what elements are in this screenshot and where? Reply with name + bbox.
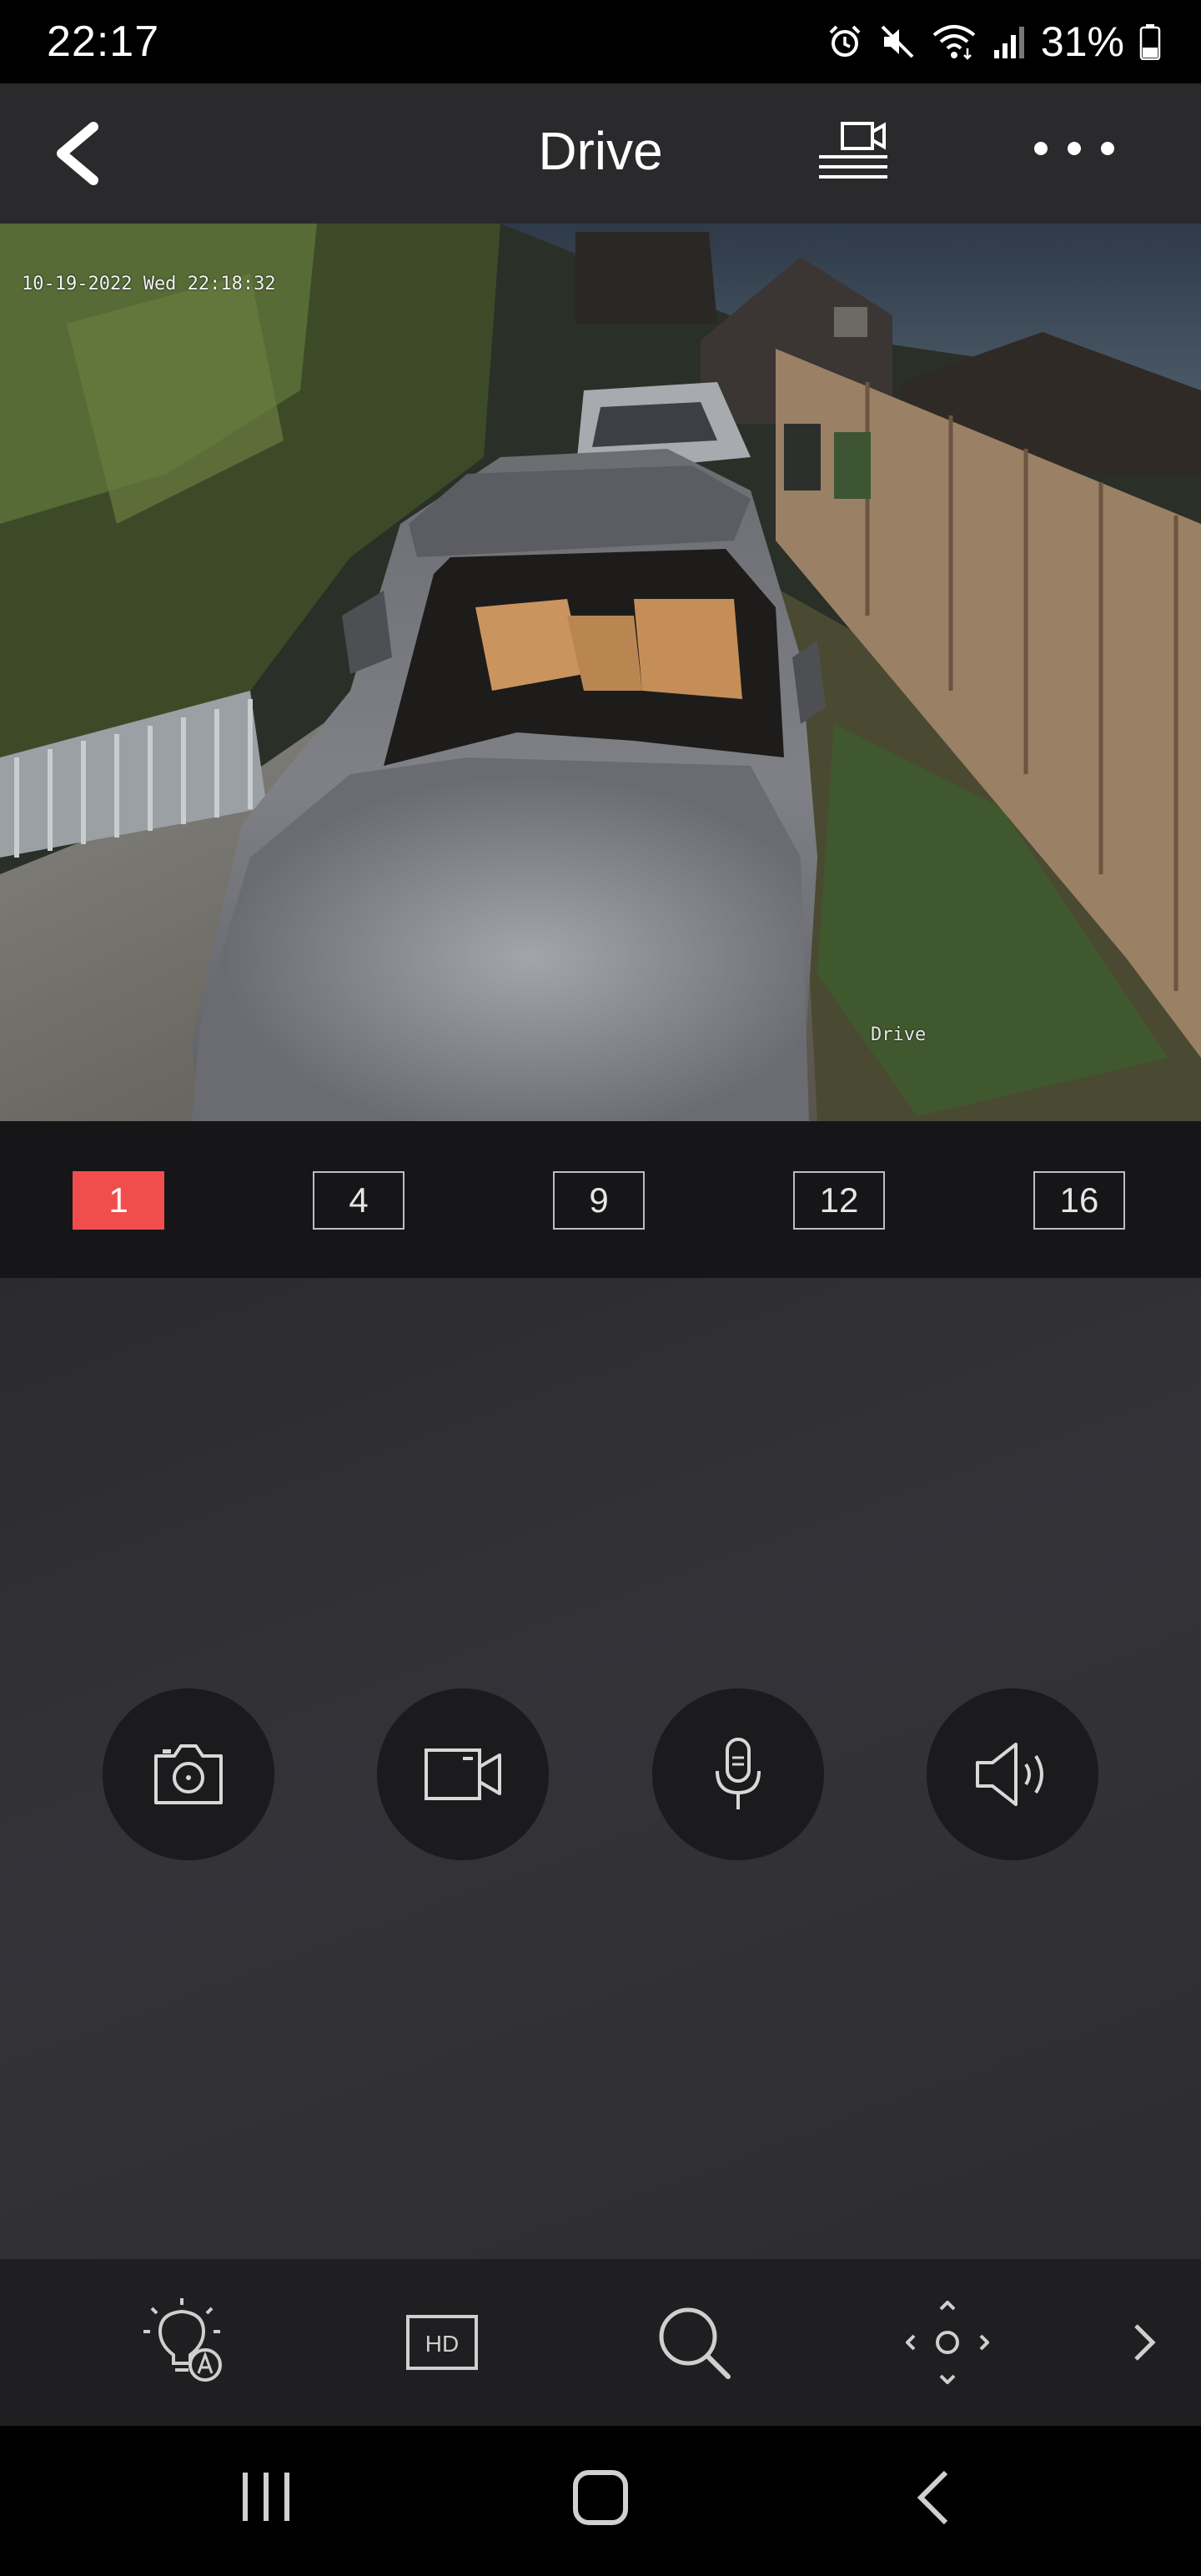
- back-icon: [917, 2470, 948, 2525]
- home-icon: [573, 2470, 628, 2525]
- wifi-icon: [931, 23, 977, 60]
- layout-16-button[interactable]: 16: [1033, 1171, 1125, 1230]
- hd-icon: HD: [406, 2315, 478, 2370]
- recents-icon: [243, 2473, 289, 2521]
- layout-4-button[interactable]: 4: [313, 1171, 405, 1230]
- live-video-view[interactable]: 10-19-2022 Wed 22:18:32 Drive: [0, 224, 1201, 1121]
- auto-light-button[interactable]: [140, 2292, 240, 2392]
- screen-record-icon: [819, 122, 887, 179]
- more-dot: [1101, 142, 1114, 155]
- nav-back-button[interactable]: [909, 2468, 959, 2528]
- osd-camera-name: Drive: [871, 1024, 927, 1045]
- svg-text:HD: HD: [425, 2331, 459, 2357]
- layout-selector: 1 4 9 12 16: [0, 1121, 1201, 1278]
- alarm-icon: [826, 23, 864, 61]
- snapshot-button[interactable]: [103, 1688, 274, 1860]
- battery-percent: 31%: [1040, 18, 1124, 65]
- signal-icon: [992, 23, 1026, 60]
- battery-icon: [1139, 23, 1161, 60]
- screen-record-button[interactable]: [817, 122, 892, 186]
- ptz-button[interactable]: [897, 2292, 997, 2392]
- status-time: 22:17: [47, 18, 160, 66]
- zoom-icon: [659, 2307, 731, 2379]
- layout-9-button[interactable]: 9: [553, 1171, 645, 1230]
- bottom-toolbar: HD: [0, 2259, 1201, 2426]
- toolbar-next-button[interactable]: [1094, 2292, 1194, 2392]
- layout-1-button[interactable]: 1: [73, 1171, 164, 1230]
- recents-button[interactable]: [237, 2468, 295, 2526]
- auto-light-icon: [143, 2298, 222, 2382]
- more-dot: [1068, 142, 1081, 155]
- hd-button[interactable]: HD: [392, 2292, 492, 2392]
- more-button[interactable]: [1034, 142, 1114, 155]
- osd-timestamp: 10-19-2022 Wed 22:18:32: [22, 274, 276, 294]
- app-bar: Drive: [0, 83, 1201, 224]
- more-dot: [1034, 142, 1048, 155]
- home-button[interactable]: [570, 2468, 631, 2528]
- talk-button[interactable]: [652, 1688, 824, 1860]
- camera-feed-image: [0, 224, 1201, 1121]
- microphone-icon: [716, 1738, 761, 1809]
- system-nav-bar: [0, 2426, 1201, 2576]
- camera-icon: [154, 1744, 223, 1804]
- video-record-icon: [425, 1748, 501, 1800]
- chevron-right-icon: [1134, 2324, 1156, 2361]
- status-icons: 31%: [826, 18, 1161, 66]
- control-panel: [0, 1278, 1201, 2259]
- speaker-icon: [976, 1743, 1043, 1806]
- status-bar: 22:17 31%: [0, 0, 1201, 83]
- page-title: Drive: [538, 121, 663, 181]
- mute-icon: [879, 23, 916, 60]
- zoom-button[interactable]: [644, 2292, 744, 2392]
- record-button[interactable]: [377, 1688, 549, 1860]
- ptz-icon: [906, 2301, 989, 2384]
- audio-button[interactable]: [927, 1688, 1098, 1860]
- layout-12-button[interactable]: 12: [793, 1171, 885, 1230]
